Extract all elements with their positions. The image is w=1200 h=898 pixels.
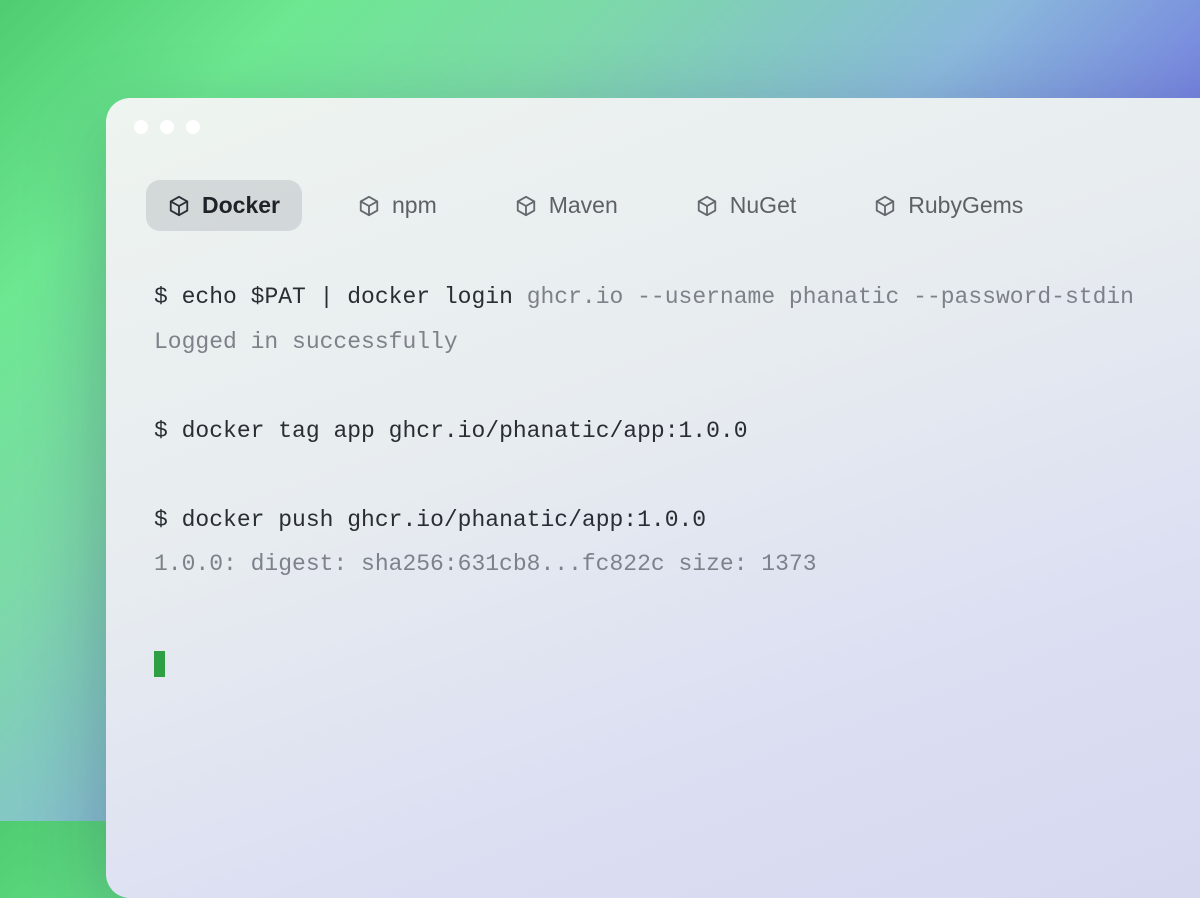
package-tabs: Docker npm Maven NuGet RubyGems [106, 156, 1200, 241]
tab-rubygems[interactable]: RubyGems [852, 180, 1045, 231]
command-line: $ echo $PAT | docker login ghcr.io --use… [154, 275, 1200, 320]
output-line: Logged in successfully [154, 320, 1200, 365]
command-text: docker tag app ghcr.io/phanatic/app:1.0.… [182, 418, 748, 444]
package-icon [168, 195, 190, 217]
window-control-close[interactable] [134, 120, 148, 134]
terminal-output: $ echo $PAT | docker login ghcr.io --use… [106, 241, 1200, 677]
tab-label: RubyGems [908, 192, 1023, 219]
tab-maven[interactable]: Maven [493, 180, 640, 231]
command-line: $ docker tag app ghcr.io/phanatic/app:1.… [154, 409, 1200, 454]
command-text: echo $PAT | docker login [182, 284, 527, 310]
tab-npm[interactable]: npm [336, 180, 459, 231]
command-text: docker push ghcr.io/phanatic/app:1.0.0 [182, 507, 707, 533]
window-titlebar [106, 98, 1200, 156]
window-control-minimize[interactable] [160, 120, 174, 134]
prompt-symbol: $ [154, 418, 168, 444]
prompt-symbol: $ [154, 284, 168, 310]
package-icon [696, 195, 718, 217]
window-control-zoom[interactable] [186, 120, 200, 134]
tab-label: Docker [202, 192, 280, 219]
terminal-cursor [154, 651, 165, 677]
tab-docker[interactable]: Docker [146, 180, 302, 231]
prompt-symbol: $ [154, 507, 168, 533]
tab-label: Maven [549, 192, 618, 219]
terminal-window: Docker npm Maven NuGet RubyGems [106, 98, 1200, 898]
command-args: ghcr.io --username phanatic --password-s… [527, 284, 1134, 310]
package-icon [515, 195, 537, 217]
package-icon [874, 195, 896, 217]
package-icon [358, 195, 380, 217]
tab-label: npm [392, 192, 437, 219]
command-line: $ docker push ghcr.io/phanatic/app:1.0.0 [154, 498, 1200, 543]
output-line: 1.0.0: digest: sha256:631cb8...fc822c si… [154, 542, 1200, 587]
tab-nuget[interactable]: NuGet [674, 180, 818, 231]
tab-label: NuGet [730, 192, 796, 219]
